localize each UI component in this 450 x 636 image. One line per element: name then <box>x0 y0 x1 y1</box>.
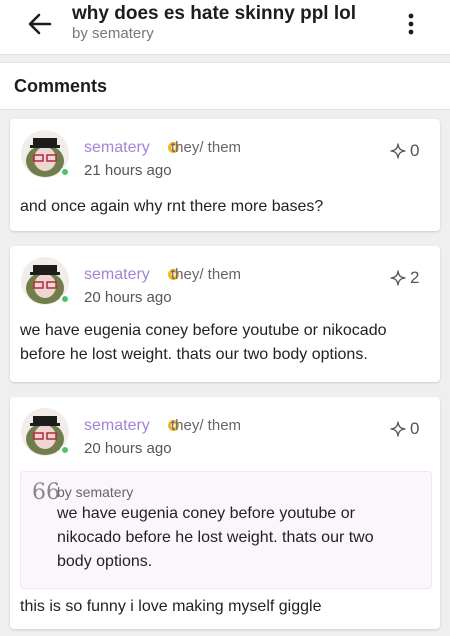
comment-text: we have eugenia coney before youtube or … <box>20 322 387 363</box>
comment-pronouns: they/ them <box>171 266 242 283</box>
online-status-indicator <box>60 167 70 177</box>
comment-text: and once again why rnt there more bases? <box>20 198 324 215</box>
back-button[interactable] <box>24 10 56 38</box>
online-status-indicator <box>60 294 70 304</box>
more-options-button[interactable] <box>400 10 422 38</box>
comment-timestamp: 21 hours ago <box>84 162 172 179</box>
quote-author: by sematery <box>57 484 134 500</box>
sparkle-icon <box>390 270 406 286</box>
online-status-indicator <box>60 445 70 455</box>
comment-card[interactable]: sematery they/ them 20 hours ago 2 we ha… <box>10 246 440 382</box>
like-count: 0 <box>410 419 420 438</box>
comment-text: this is so funny i love making myself gi… <box>20 598 322 615</box>
comment-timestamp: 20 hours ago <box>84 440 172 457</box>
quoted-comment[interactable]: 66 by sematery we have eugenia coney bef… <box>20 471 432 589</box>
like-count: 0 <box>410 141 420 160</box>
sparkle-icon <box>390 143 406 159</box>
post-title: why does es hate skinny ppl lol <box>72 3 357 24</box>
comment-timestamp: 20 hours ago <box>84 289 172 306</box>
like-button[interactable]: 2 <box>390 268 419 288</box>
comments-heading: Comments <box>14 76 108 96</box>
comment-username[interactable]: sematery <box>84 139 150 157</box>
comments-section-header: Comments <box>0 62 450 110</box>
comment-username[interactable]: sematery <box>84 417 150 435</box>
sparkle-icon <box>390 421 406 437</box>
like-button[interactable]: 0 <box>390 419 419 439</box>
comment-card[interactable]: sematery they/ them 21 hours ago 0 and o… <box>10 119 440 231</box>
comment-username[interactable]: sematery <box>84 266 150 284</box>
quote-text: we have eugenia coney before youtube or … <box>57 505 374 570</box>
comment-pronouns: they/ them <box>171 417 242 434</box>
arrow-left-icon <box>28 13 52 35</box>
comment-pronouns: they/ them <box>171 139 242 156</box>
comment-card[interactable]: sematery they/ them 20 hours ago 0 66 by… <box>10 397 440 629</box>
top-app-bar: why does es hate skinny ppl lol by semat… <box>0 0 450 55</box>
more-vertical-icon <box>408 13 414 35</box>
like-count: 2 <box>410 268 420 287</box>
post-author[interactable]: by sematery <box>72 25 154 42</box>
quote-icon: 66 <box>32 480 60 505</box>
like-button[interactable]: 0 <box>390 141 419 161</box>
